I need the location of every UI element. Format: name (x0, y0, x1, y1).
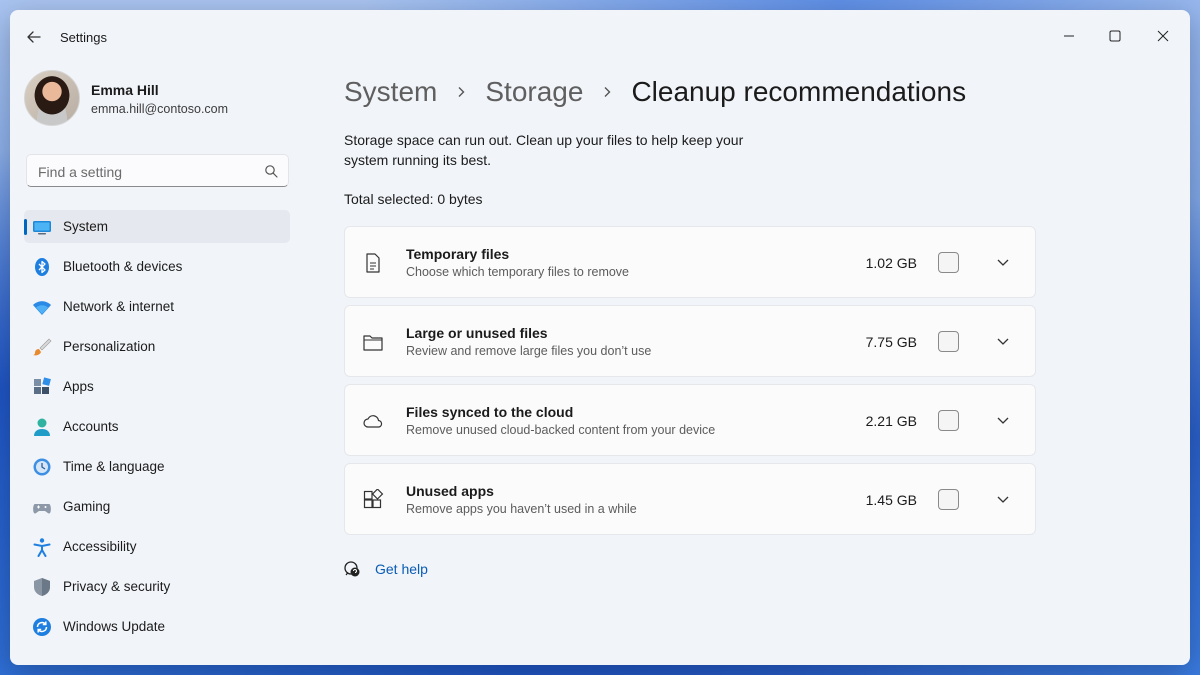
search-input[interactable]: Find a setting (26, 154, 289, 187)
cleanup-card-unused-apps[interactable]: Unused apps Remove apps you haven’t used… (344, 463, 1036, 535)
profile-name: Emma Hill (91, 82, 159, 98)
sidebar-item-label: Accessibility (63, 539, 137, 554)
close-button[interactable] (1140, 18, 1186, 54)
card-subtitle: Remove unused cloud-backed content from … (406, 423, 716, 437)
update-icon (33, 618, 51, 636)
card-title: Temporary files (406, 246, 510, 262)
accessibility-icon (33, 538, 51, 557)
breadcrumb-system[interactable]: System (344, 76, 437, 108)
maximize-icon (1109, 30, 1121, 42)
sidebar-item-apps[interactable]: Apps (24, 370, 290, 403)
help-chat-icon (344, 561, 360, 577)
sidebar-item-network[interactable]: Network & internet (24, 290, 290, 323)
card-title: Unused apps (406, 483, 494, 499)
settings-window: Settings Emma Hill emma.hill@contoso.com… (10, 10, 1190, 665)
sidebar-item-windows-update[interactable]: Windows Update (24, 610, 290, 643)
cloud-icon (363, 415, 383, 428)
card-size: 1.45 GB (865, 492, 917, 508)
sidebar-item-label: Apps (63, 379, 94, 394)
sidebar-item-bluetooth[interactable]: Bluetooth & devices (24, 250, 290, 283)
chevron-down-icon[interactable] (995, 254, 1011, 270)
card-title: Files synced to the cloud (406, 404, 574, 420)
total-selected: Total selected: 0 bytes (344, 191, 483, 207)
card-subtitle: Choose which temporary files to remove (406, 265, 630, 279)
apps-icon (34, 377, 51, 394)
wifi-icon (33, 301, 51, 315)
sidebar-item-privacy[interactable]: Privacy & security (24, 570, 290, 603)
sidebar-item-time-language[interactable]: Time & language (24, 450, 290, 483)
get-help[interactable]: Get help (343, 558, 428, 580)
card-subtitle: Review and remove large files you don’t … (406, 344, 652, 358)
accounts-icon (34, 418, 50, 436)
minimize-icon (1064, 35, 1074, 37)
shield-icon (34, 578, 50, 596)
apps-grid-icon (363, 489, 384, 509)
get-help-link[interactable]: Get help (375, 561, 428, 577)
breadcrumb-storage[interactable]: Storage (485, 76, 583, 108)
chevron-right-icon (458, 87, 465, 97)
sidebar-nav: System Bluetooth & devices Network & int… (24, 210, 290, 650)
close-icon (1157, 30, 1169, 42)
maximize-button[interactable] (1092, 18, 1138, 54)
back-arrow-icon (27, 31, 41, 43)
sidebar-item-label: Personalization (63, 339, 156, 354)
card-title: Large or unused files (406, 325, 548, 341)
search-icon (265, 165, 278, 178)
sidebar-item-label: Time & language (63, 459, 165, 474)
sidebar-item-label: Windows Update (63, 619, 166, 634)
back-button[interactable] (24, 27, 44, 47)
folder-icon (363, 335, 383, 351)
cleanup-card-large-unused-files[interactable]: Large or unused files Review and remove … (344, 305, 1036, 377)
document-icon (366, 253, 380, 273)
bluetooth-icon (35, 258, 49, 276)
minimize-button[interactable] (1046, 18, 1092, 54)
page-title: Cleanup recommendations (631, 76, 967, 107)
card-subtitle: Remove apps you haven’t used in a while (406, 502, 637, 516)
sidebar-item-personalization[interactable]: Personalization (24, 330, 290, 363)
cleanup-card-temporary-files[interactable]: Temporary files Choose which temporary f… (344, 226, 1036, 298)
sidebar-item-accounts[interactable]: Accounts (24, 410, 290, 443)
chevron-down-icon[interactable] (995, 491, 1011, 507)
card-size: 7.75 GB (865, 334, 917, 350)
select-checkbox[interactable] (938, 410, 959, 431)
sidebar-item-accessibility[interactable]: Accessibility (24, 530, 290, 563)
gamepad-icon (33, 504, 51, 514)
brush-icon (33, 338, 52, 356)
cleanup-card-cloud-files[interactable]: Files synced to the cloud Remove unused … (344, 384, 1036, 456)
sidebar-item-label: Bluetooth & devices (63, 259, 183, 274)
user-profile[interactable]: Emma Hill emma.hill@contoso.com (24, 70, 304, 130)
card-size: 1.02 GB (865, 255, 917, 271)
globe-clock-icon (33, 458, 51, 476)
chevron-down-icon[interactable] (995, 412, 1011, 428)
sidebar-item-label: Accounts (63, 419, 119, 434)
avatar (24, 70, 80, 126)
sidebar-item-gaming[interactable]: Gaming (24, 490, 290, 523)
sidebar-item-label: Network & internet (63, 299, 175, 314)
select-checkbox[interactable] (938, 331, 959, 352)
profile-email: emma.hill@contoso.com (91, 102, 229, 116)
card-size: 2.21 GB (865, 413, 917, 429)
chevron-down-icon[interactable] (995, 333, 1011, 349)
select-checkbox[interactable] (938, 252, 959, 273)
select-checkbox[interactable] (938, 489, 959, 510)
sidebar-item-label: Privacy & security (63, 579, 171, 594)
search-placeholder: Find a setting (38, 164, 123, 180)
page-description: Storage space can run out. Clean up your… (344, 132, 744, 168)
chevron-right-icon (604, 87, 611, 97)
sidebar-item-label: System (63, 219, 109, 234)
breadcrumb: System Storage Cleanup recommendations (344, 72, 966, 112)
sidebar-item-system[interactable]: System (24, 210, 290, 243)
sidebar-item-label: Gaming (63, 499, 111, 514)
title-bar: Settings (10, 10, 1190, 66)
app-title: Settings (60, 30, 107, 45)
system-icon (33, 221, 51, 235)
